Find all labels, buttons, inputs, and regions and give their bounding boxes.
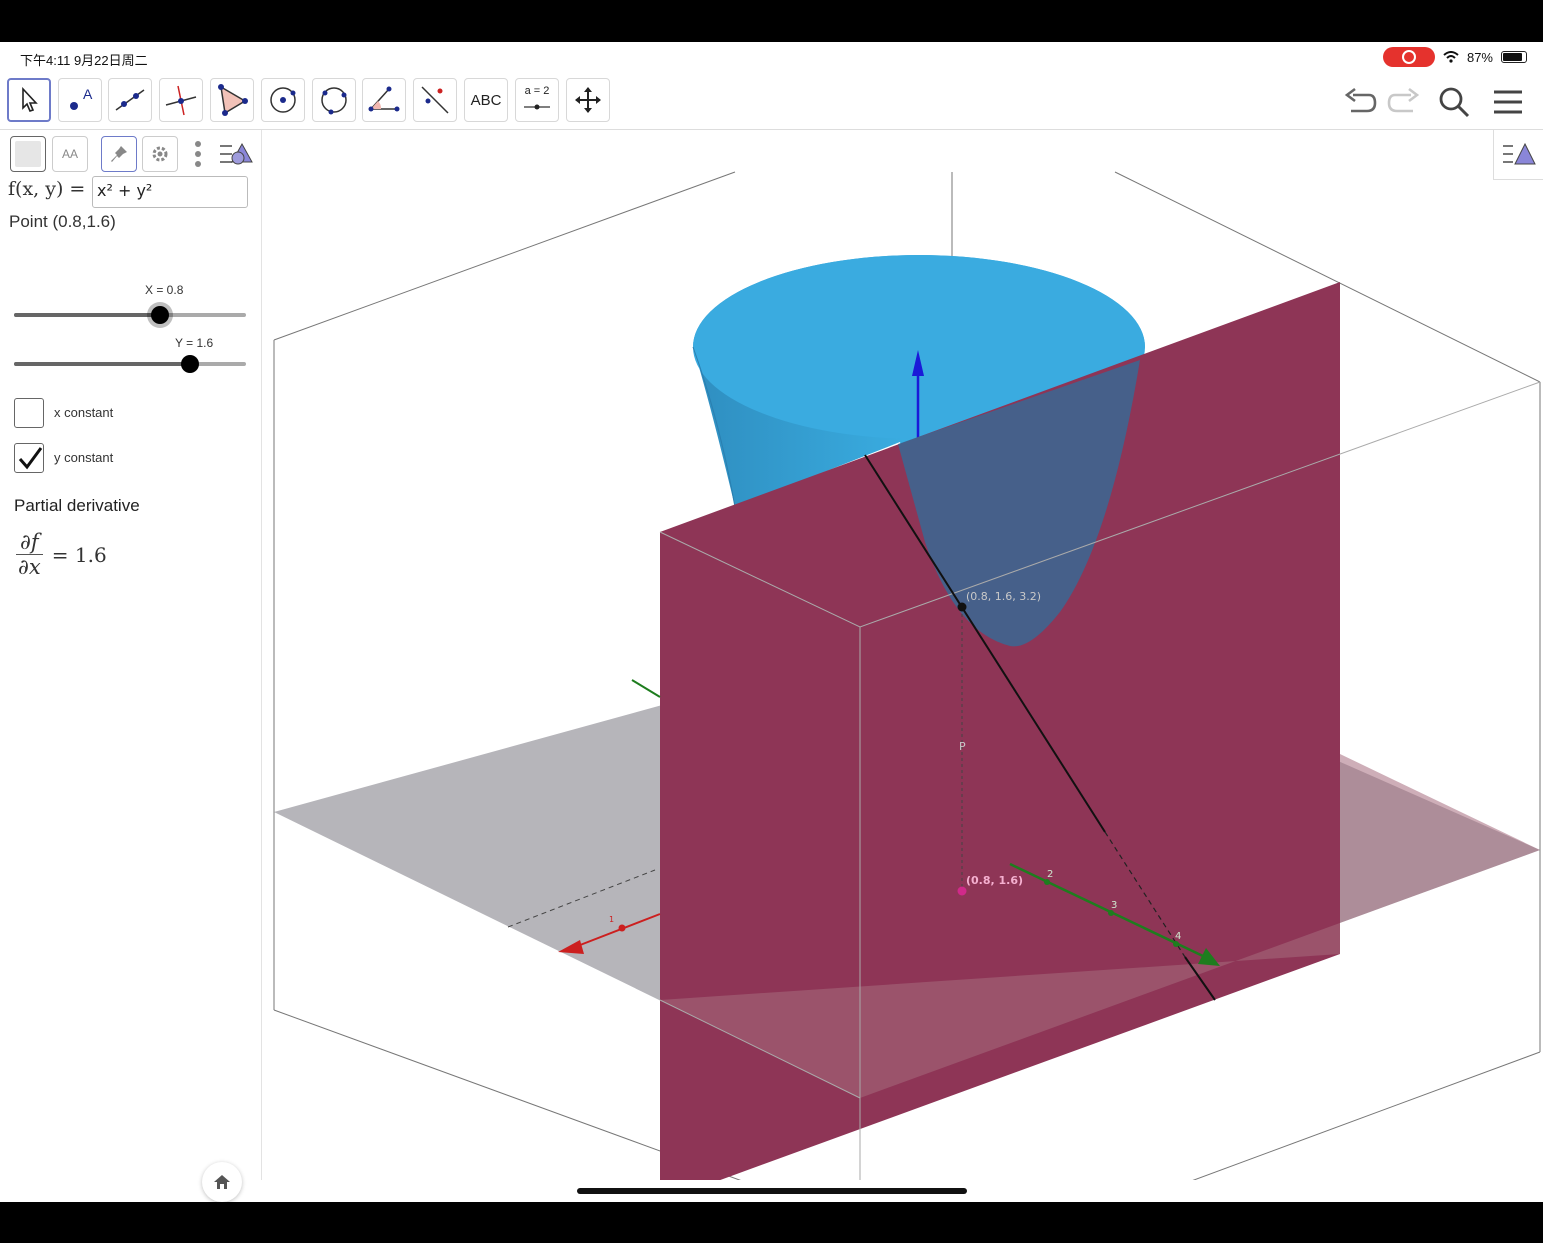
gear-icon <box>152 146 168 162</box>
slider-x-label: X = 0.8 <box>145 283 184 297</box>
point-tool[interactable]: A <box>58 78 102 122</box>
color-swatch <box>15 141 41 167</box>
status-right: 87% <box>1382 47 1527 67</box>
y-constant-label: y constant <box>54 450 114 465</box>
line-icon <box>115 89 145 111</box>
home-icon <box>214 1175 230 1189</box>
slider-tool[interactable]: a = 2 <box>515 78 559 122</box>
function-input[interactable]: x² + y² <box>92 176 248 208</box>
line-tool[interactable] <box>108 78 152 122</box>
arrow-cursor-icon <box>22 87 38 112</box>
angle-icon <box>368 86 400 112</box>
style-bar: AA <box>8 136 258 176</box>
more-options-icon[interactable] <box>194 140 202 173</box>
text-size-icon: AA <box>61 147 78 161</box>
text-style-button[interactable]: AA <box>52 136 88 172</box>
slider-y-fill <box>14 362 191 366</box>
screen-record-icon[interactable] <box>1382 47 1435 67</box>
slider-y-label: Y = 1.6 <box>175 336 214 350</box>
battery-percent: 87% <box>1466 49 1493 65</box>
derivative-denominator: ∂x <box>18 555 41 579</box>
circle-3pt-tool[interactable] <box>312 78 356 122</box>
perpendicular-icon <box>165 85 197 116</box>
undo-button[interactable] <box>1340 82 1380 122</box>
slider-x[interactable] <box>14 306 246 324</box>
slider-tool-label: a = 2 <box>524 85 550 97</box>
search-icon <box>1439 87 1470 118</box>
partial-derivative: ∂f ∂x = 1.6 <box>16 530 107 579</box>
algebra-panel: AA f(x, y) = x² + y² Point (0.8,1.6) X =… <box>0 130 262 1202</box>
graphics-view-toggle-icon[interactable] <box>218 140 254 175</box>
wifi-icon <box>1443 51 1459 63</box>
color-button[interactable] <box>10 136 46 172</box>
move-arrows-icon <box>575 87 601 113</box>
home-indicator[interactable] <box>577 1188 967 1194</box>
status-bar: 下午4:11 9月22日周二 87% <box>0 42 1543 72</box>
checkmark-icon <box>18 447 43 470</box>
slider-x-fill <box>14 313 161 317</box>
surface-point[interactable] <box>957 602 967 612</box>
redo-icon <box>1387 87 1420 113</box>
battery-icon <box>1501 51 1527 63</box>
undo-icon <box>1344 87 1377 113</box>
y-constant-checkbox[interactable] <box>14 443 44 473</box>
graphics-view-icon <box>1502 142 1536 164</box>
triangle-icon <box>218 84 248 116</box>
menu-button[interactable] <box>1488 82 1528 122</box>
text-tool[interactable]: ABC <box>464 78 508 122</box>
reflect-line-icon <box>421 86 449 114</box>
move-view-tool[interactable] <box>566 78 610 122</box>
x-constant-label: x constant <box>54 405 114 420</box>
tablet-screen: 下午4:11 9月22日周二 87% A ABC a = 2 AA f(x, y… <box>0 42 1543 1202</box>
function-label: f(x, y) = <box>8 178 86 200</box>
base-point-label: (0.8, 1.6) <box>966 874 1023 887</box>
circle-center-icon <box>270 87 296 113</box>
search-button[interactable] <box>1434 82 1474 122</box>
derivative-numerator: ∂f <box>16 530 43 555</box>
status-time: 下午4:11 9月22日周二 <box>20 53 148 68</box>
slider-icon <box>524 104 550 110</box>
reflect-tool[interactable] <box>413 78 457 122</box>
section-title: Partial derivative <box>14 496 140 515</box>
home-button[interactable] <box>202 1162 242 1202</box>
base-point[interactable] <box>957 886 967 896</box>
polygon-tool[interactable] <box>210 78 254 122</box>
text-tool-label: ABC <box>470 91 502 109</box>
redo-button[interactable] <box>1384 82 1424 122</box>
point-icon: A <box>70 86 93 110</box>
scene-3d[interactable]: (0.8, 1.6, 3.2) (0.8, 1.6) P 2 3 4 1 <box>268 130 1543 1180</box>
angle-tool[interactable] <box>362 78 406 122</box>
derivative-fraction: ∂f ∂x <box>16 530 43 579</box>
derivative-value: = 1.6 <box>51 542 107 567</box>
y-tick-label-3: 3 <box>1111 900 1117 911</box>
y-axis-back <box>631 679 661 698</box>
pin-button[interactable] <box>101 136 137 172</box>
move-tool[interactable] <box>7 78 51 122</box>
slider-y[interactable] <box>14 355 246 373</box>
perpendicular-tool[interactable] <box>159 78 203 122</box>
circle-tool[interactable] <box>261 78 305 122</box>
battery-fill <box>1503 53 1523 61</box>
x-constant-checkbox[interactable] <box>14 398 44 428</box>
p-label: P <box>959 740 966 753</box>
slider-y-knob[interactable] <box>181 355 200 373</box>
settings-button[interactable] <box>142 136 178 172</box>
toolbar: A ABC a = 2 <box>0 74 1543 130</box>
x-tick-label-1: 1 <box>609 915 614 924</box>
circle-three-points-icon <box>321 87 347 115</box>
svg-text:A: A <box>83 86 93 102</box>
menu-icon <box>1494 90 1522 114</box>
graphics-3d-view[interactable]: (0.8, 1.6, 3.2) (0.8, 1.6) P 2 3 4 1 <box>268 130 1543 1180</box>
view-style-toggle[interactable] <box>1493 130 1543 180</box>
pin-icon <box>111 146 127 162</box>
y-tick-label-2: 2 <box>1047 869 1053 880</box>
slider-x-knob[interactable] <box>151 306 170 324</box>
y-tick-label-4: 4 <box>1175 931 1181 942</box>
point-text: Point (0.8,1.6) <box>9 212 116 231</box>
surface-point-label: (0.8, 1.6, 3.2) <box>966 590 1041 603</box>
x-tick-1 <box>618 924 626 932</box>
